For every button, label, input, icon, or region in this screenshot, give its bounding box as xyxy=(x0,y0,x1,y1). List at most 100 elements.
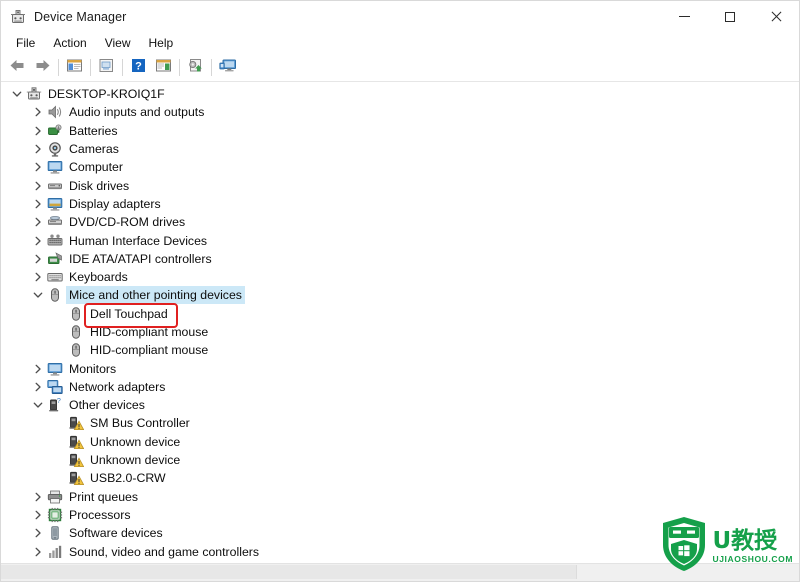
chevron-right-icon[interactable] xyxy=(30,104,46,120)
tree-item[interactable]: Monitors xyxy=(1,359,799,377)
tree-item[interactable]: Computer xyxy=(1,158,799,176)
chevron-right-icon[interactable] xyxy=(30,489,46,505)
chevron-right-icon[interactable] xyxy=(30,379,46,395)
tree-item[interactable]: Software devices xyxy=(1,524,799,542)
tree-item-label: Unknown device xyxy=(90,434,181,449)
show-hide-action-pane-button[interactable] xyxy=(151,56,176,79)
tree-item-label: Keyboards xyxy=(69,270,128,285)
menu-help[interactable]: Help xyxy=(140,34,183,53)
horizontal-scrollbar-thumb[interactable] xyxy=(1,565,577,579)
tree-item-label: Dell Touchpad xyxy=(90,306,168,321)
menu-view[interactable]: View xyxy=(96,34,140,53)
toolbar: ? xyxy=(1,54,799,82)
tree-item[interactable]: Print queues xyxy=(1,488,799,506)
show-hide-console-tree-button[interactable] xyxy=(62,56,87,79)
minimize-button[interactable] xyxy=(661,1,707,32)
tree-item-label: Monitors xyxy=(69,361,117,376)
tree-item[interactable]: Cameras xyxy=(1,140,799,158)
help-button[interactable]: ? xyxy=(126,56,151,79)
tree-item[interactable]: Mice and other pointing devices xyxy=(1,286,799,305)
maximize-button[interactable] xyxy=(707,1,753,32)
chevron-right-icon[interactable] xyxy=(30,507,46,523)
toolbar-separator xyxy=(211,59,212,76)
chevron-right-icon[interactable] xyxy=(30,159,46,175)
chevron-right-icon[interactable] xyxy=(30,544,46,560)
tree-item[interactable]: USB2.0-CRW xyxy=(1,469,799,487)
sound-controller-icon xyxy=(46,544,63,560)
processor-icon xyxy=(46,507,63,523)
chevron-right-icon[interactable] xyxy=(30,251,46,267)
toolbar-separator xyxy=(179,59,180,76)
close-button[interactable] xyxy=(753,1,799,32)
chevron-right-icon[interactable] xyxy=(30,361,46,377)
tree-item-label: Processors xyxy=(69,507,131,522)
tree-item[interactable]: HID-compliant mouse xyxy=(1,323,799,341)
device-tree-panel[interactable]: DESKTOP-KROIQ1F Audio inputs and outputs B… xyxy=(1,82,799,563)
twisty-placeholder xyxy=(51,306,67,322)
back-button[interactable] xyxy=(5,56,30,79)
toolbar-separator xyxy=(122,59,123,76)
tree-item[interactable]: Unknown device xyxy=(1,451,799,469)
chevron-down-icon[interactable] xyxy=(30,287,46,303)
chevron-right-icon[interactable] xyxy=(30,233,46,249)
tree-item[interactable]: Dell Touchpad xyxy=(1,305,799,323)
tree-item[interactable]: SM Bus Controller xyxy=(1,414,799,432)
forward-button[interactable] xyxy=(30,56,55,79)
chevron-right-icon[interactable] xyxy=(30,123,46,139)
scan-for-hardware-changes-button[interactable] xyxy=(215,56,240,79)
disk-drive-icon xyxy=(46,178,63,194)
tree-item[interactable]: Network adapters xyxy=(1,378,799,396)
close-icon xyxy=(770,11,782,23)
tree-item-label: Print queues xyxy=(69,489,139,504)
right-arrow-icon xyxy=(34,58,51,78)
chevron-right-icon[interactable] xyxy=(30,525,46,541)
tree-item[interactable]: Processors xyxy=(1,506,799,524)
chevron-down-icon[interactable] xyxy=(30,397,46,413)
tree-item-label: HID-compliant mouse xyxy=(90,343,209,358)
tree-item[interactable]: Unknown device xyxy=(1,433,799,451)
tree-item[interactable]: Disk drives xyxy=(1,176,799,194)
tree-item[interactable]: Keyboards xyxy=(1,268,799,286)
monitor-icon xyxy=(46,159,63,175)
toolbar-separator xyxy=(90,59,91,76)
tree-item[interactable]: IDE ATA/ATAPI controllers xyxy=(1,250,799,268)
tree-item-label: Mice and other pointing devices xyxy=(69,288,242,303)
tree-item[interactable]: Display adapters xyxy=(1,195,799,213)
console-tree-icon xyxy=(66,58,83,78)
menu-action[interactable]: Action xyxy=(44,34,95,53)
menu-file[interactable]: File xyxy=(7,34,44,53)
tree-item[interactable]: Sound, video and game controllers xyxy=(1,542,799,560)
update-driver-button[interactable] xyxy=(183,56,208,79)
tree-item[interactable]: ? Other devices xyxy=(1,396,799,414)
display-adapter-icon xyxy=(46,196,63,212)
unknown-device-warning-icon xyxy=(67,434,84,450)
chevron-right-icon[interactable] xyxy=(30,214,46,230)
maximize-icon xyxy=(725,11,735,22)
unknown-device-warning-icon xyxy=(67,415,84,431)
tree-item[interactable]: Batteries xyxy=(1,122,799,140)
chevron-right-icon[interactable] xyxy=(30,141,46,157)
tree-item[interactable]: DESKTOP-KROIQ1F xyxy=(1,85,799,103)
tree-item[interactable]: HID-compliant mouse xyxy=(1,341,799,359)
chevron-right-icon[interactable] xyxy=(30,196,46,212)
tree-item-label: Computer xyxy=(69,160,123,175)
chevron-down-icon[interactable] xyxy=(9,86,25,102)
tree-item-label: Software devices xyxy=(69,526,163,541)
chevron-right-icon[interactable] xyxy=(30,178,46,194)
twisty-placeholder xyxy=(51,470,67,486)
tree-item[interactable]: Audio inputs and outputs xyxy=(1,103,799,121)
twisty-placeholder xyxy=(51,415,67,431)
tree-item-label: Human Interface Devices xyxy=(69,233,208,248)
left-arrow-icon xyxy=(9,58,26,78)
tree-item-label: SM Bus Controller xyxy=(90,416,190,431)
printer-icon xyxy=(46,489,63,505)
properties-button[interactable] xyxy=(94,56,119,79)
horizontal-scrollbar[interactable] xyxy=(1,563,799,581)
computer-node-icon xyxy=(25,86,42,102)
tree-item[interactable]: Human Interface Devices xyxy=(1,231,799,249)
menu-bar: File Action View Help xyxy=(1,32,799,54)
dvd-drive-icon xyxy=(46,214,63,230)
question-mark-icon: ? xyxy=(131,58,146,78)
chevron-right-icon[interactable] xyxy=(30,269,46,285)
tree-item[interactable]: DVD/CD-ROM drives xyxy=(1,213,799,231)
